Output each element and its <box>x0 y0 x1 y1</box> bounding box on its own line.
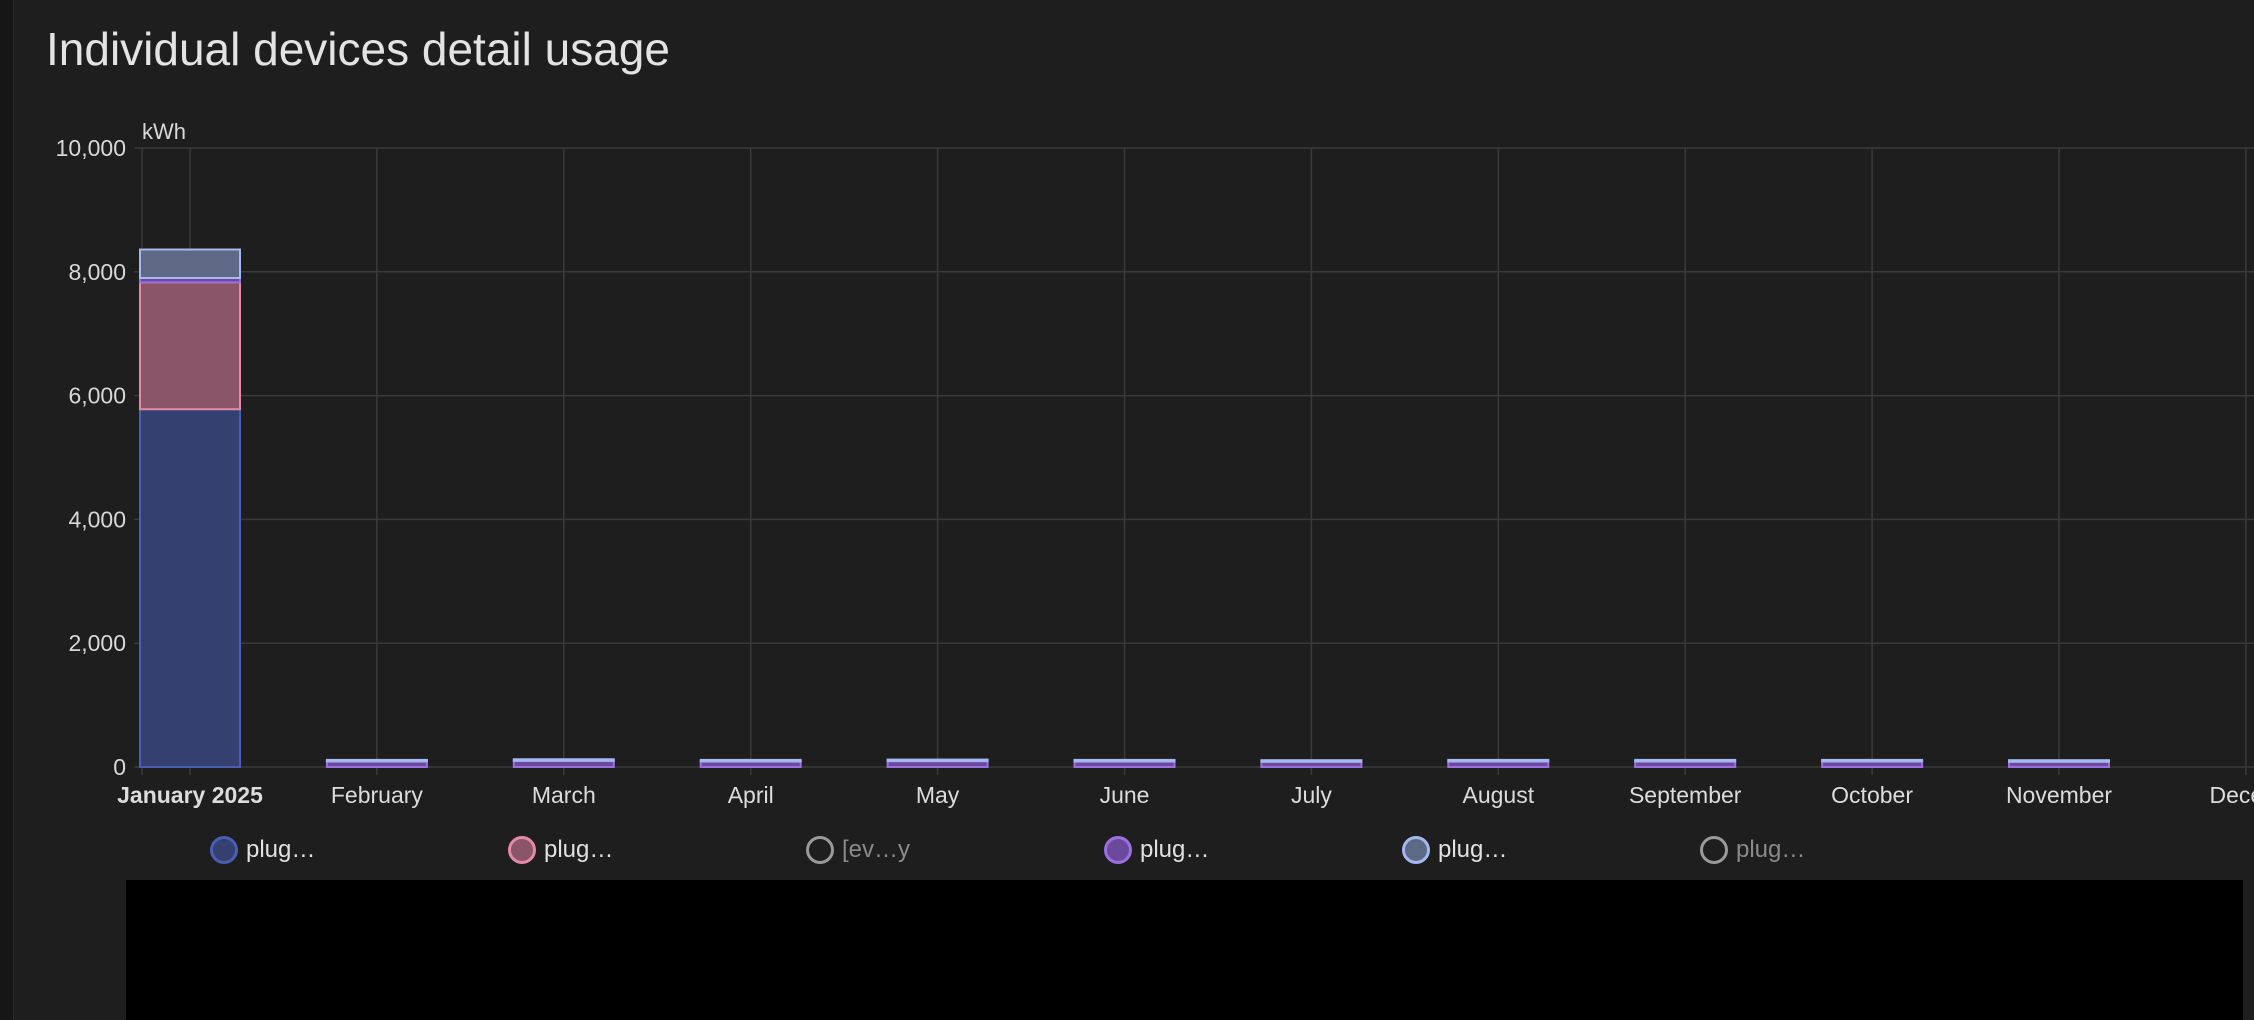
y-tick-label: 6,000 <box>68 383 126 409</box>
legend-swatch <box>806 836 834 864</box>
bar-segment <box>139 408 241 768</box>
bar-segment <box>1447 758 1550 763</box>
x-tick-label: August <box>1462 782 1534 808</box>
legend-label: plug… <box>1438 836 1508 863</box>
legend-label: [ev…y <box>842 836 911 863</box>
y-tick-label: 2,000 <box>68 630 126 656</box>
bar-segment <box>139 248 241 279</box>
legend-swatch <box>1104 836 1132 864</box>
redacted-region <box>126 880 2243 1020</box>
legend-item[interactable]: plug… <box>1700 836 1976 864</box>
x-tick-label: November <box>2006 782 2112 808</box>
legend-label: plug… <box>1140 836 1210 863</box>
x-tick-label: June <box>1100 782 1150 808</box>
x-tick-label: October <box>1831 782 1913 808</box>
x-tick-label: July <box>1291 782 1332 808</box>
y-tick-label: 0 <box>113 754 126 780</box>
y-axis-unit: kWh <box>142 119 186 144</box>
bar-segment <box>2008 759 2110 763</box>
x-tick-label: May <box>916 782 960 808</box>
legend-item[interactable]: plug… <box>210 836 486 864</box>
bar-segment <box>1634 758 1737 763</box>
bar-chart: 0 2,000 4,000 6,000 8,000 10,000 kWh January 20… <box>56 119 2254 808</box>
x-tick-label: April <box>728 782 774 808</box>
legend-label: plug… <box>1736 836 1806 863</box>
x-tick-label: February <box>331 782 424 808</box>
bar-segment <box>886 758 989 763</box>
bar-segment <box>699 758 802 763</box>
bar-segment <box>1821 758 1924 763</box>
y-tick-label: 8,000 <box>68 259 126 285</box>
bar-segment <box>512 758 615 762</box>
legend-item[interactable]: plug… <box>1104 836 1380 864</box>
y-tick-label: 10,000 <box>56 135 126 161</box>
legend-swatch <box>210 836 238 864</box>
x-tick-label: March <box>532 782 596 808</box>
x-tick-label: Decem <box>2209 782 2254 808</box>
x-tick-label: January 2025 <box>117 782 263 808</box>
legend-item[interactable]: [ev…y <box>806 836 1082 864</box>
legend-item[interactable]: plug… <box>1402 836 1678 864</box>
x-tick-label: September <box>1629 782 1742 808</box>
legend-label: plug… <box>246 836 316 863</box>
bar-segment <box>325 758 428 763</box>
legend-swatch <box>1402 836 1430 864</box>
legend-item[interactable]: plug… <box>508 836 784 864</box>
legend-label: plug… <box>544 836 614 863</box>
legend-swatch <box>508 836 536 864</box>
bar-segment <box>139 281 241 411</box>
bar-segment <box>1073 758 1176 763</box>
bar-segment <box>1260 759 1363 763</box>
legend-swatch <box>1700 836 1728 864</box>
y-tick-label: 4,000 <box>68 506 126 532</box>
chart-legend: plug… plug… [ev…y plug… plug… plug… <box>210 836 1976 864</box>
